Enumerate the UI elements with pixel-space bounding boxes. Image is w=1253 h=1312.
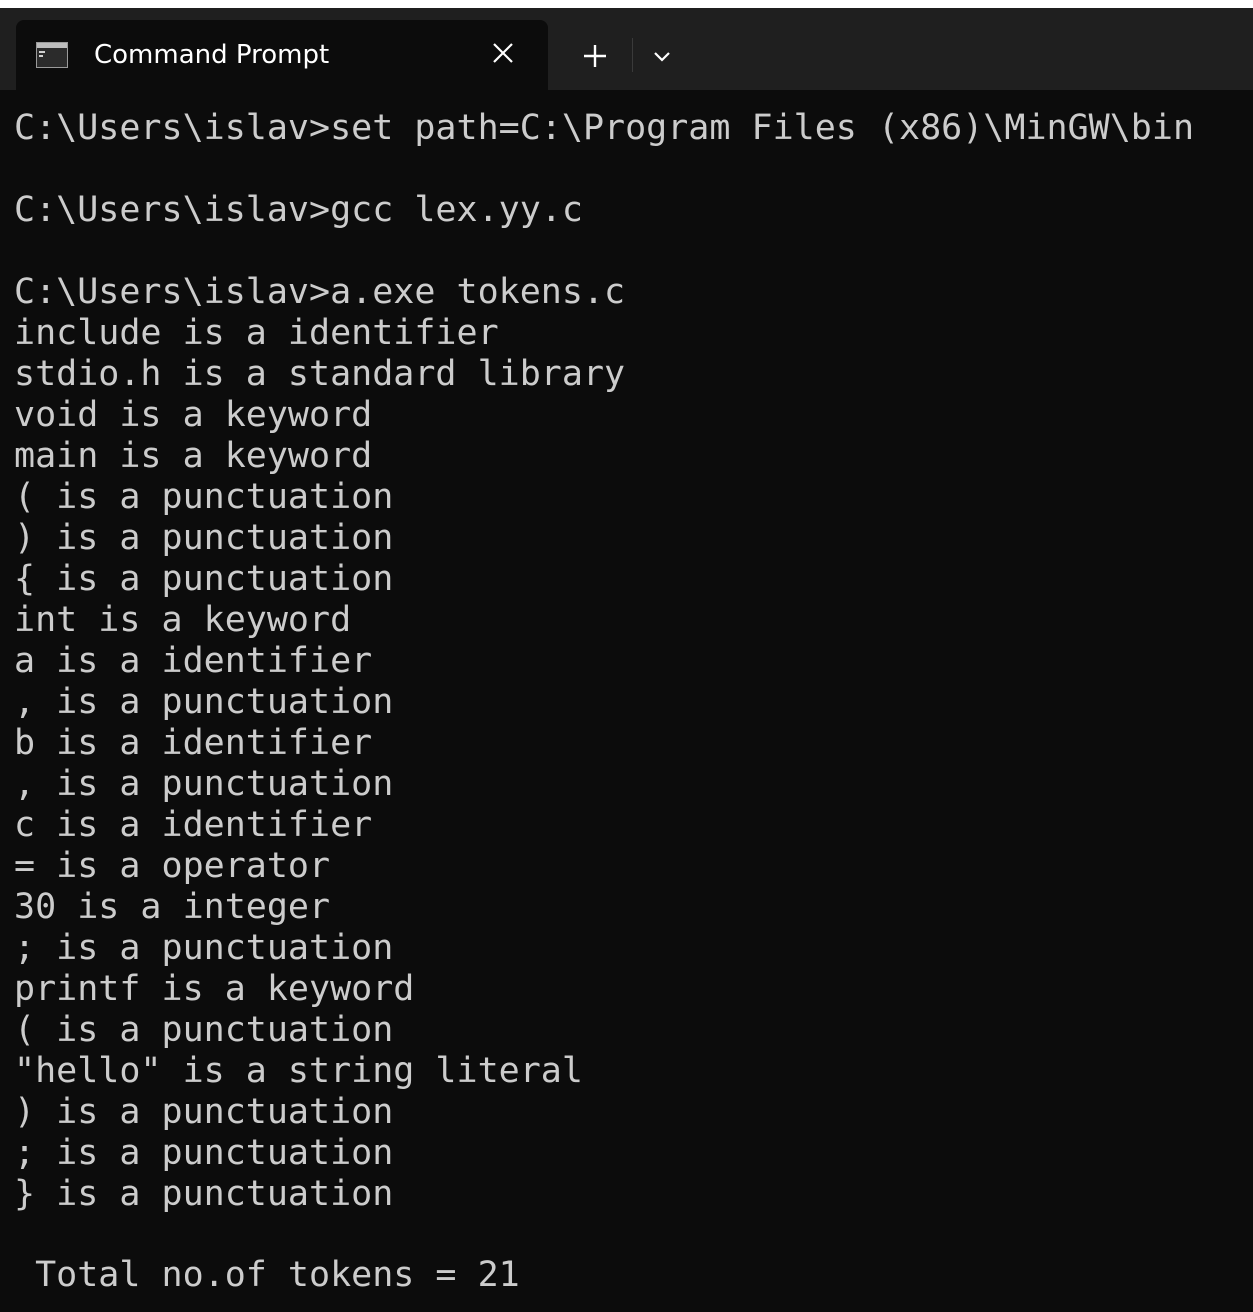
tab-bar: Command Prompt bbox=[0, 8, 1253, 90]
console-line: ; is a punctuation bbox=[14, 928, 394, 968]
console-line: int is a keyword bbox=[14, 600, 352, 640]
chevron-down-icon[interactable] bbox=[640, 36, 684, 76]
console-line: , is a punctuation bbox=[14, 764, 394, 804]
plus-icon[interactable] bbox=[572, 36, 618, 76]
console-line: ( is a punctuation bbox=[14, 477, 394, 517]
console-line: C:\Users\islav>a.exe tokens.c bbox=[14, 272, 626, 312]
terminal-window: Command Prompt C:\Users\islav>set path=C… bbox=[0, 8, 1253, 1312]
console-line: } is a punctuation bbox=[14, 1174, 394, 1214]
tab-title: Command Prompt bbox=[94, 40, 330, 70]
console-line: { is a punctuation bbox=[14, 559, 394, 599]
command-prompt-icon bbox=[36, 42, 68, 68]
console-line: Total no.of tokens = 21 bbox=[14, 1255, 520, 1295]
console-line: main is a keyword bbox=[14, 436, 373, 476]
tab-separator bbox=[632, 38, 633, 72]
console-line: void is a keyword bbox=[14, 395, 373, 435]
console-line: ) is a punctuation bbox=[14, 1092, 394, 1132]
console-line: c is a identifier bbox=[14, 805, 373, 845]
console-line: ) is a punctuation bbox=[14, 518, 394, 558]
console-line: ( is a punctuation bbox=[14, 1010, 394, 1050]
tab-command-prompt[interactable]: Command Prompt bbox=[16, 20, 548, 90]
close-icon[interactable] bbox=[486, 36, 520, 70]
console-line: 30 is a integer bbox=[14, 887, 331, 927]
console-line: ; is a punctuation bbox=[14, 1133, 394, 1173]
console-line: , is a punctuation bbox=[14, 682, 394, 722]
console-line: = is a operator bbox=[14, 846, 331, 886]
console-line: b is a identifier bbox=[14, 723, 373, 763]
console-line: include is a identifier bbox=[14, 313, 499, 353]
console-line: stdio.h is a standard library bbox=[14, 354, 626, 394]
console-line: a is a identifier bbox=[14, 641, 373, 681]
console-line: printf is a keyword bbox=[14, 969, 415, 1009]
console-line: "hello" is a string literal bbox=[14, 1051, 583, 1091]
console-line: C:\Users\islav>gcc lex.yy.c bbox=[14, 190, 583, 230]
console-output[interactable]: C:\Users\islav>set path=C:\Program Files… bbox=[14, 108, 1253, 1312]
console-line: C:\Users\islav>set path=C:\Program Files… bbox=[14, 108, 1195, 148]
